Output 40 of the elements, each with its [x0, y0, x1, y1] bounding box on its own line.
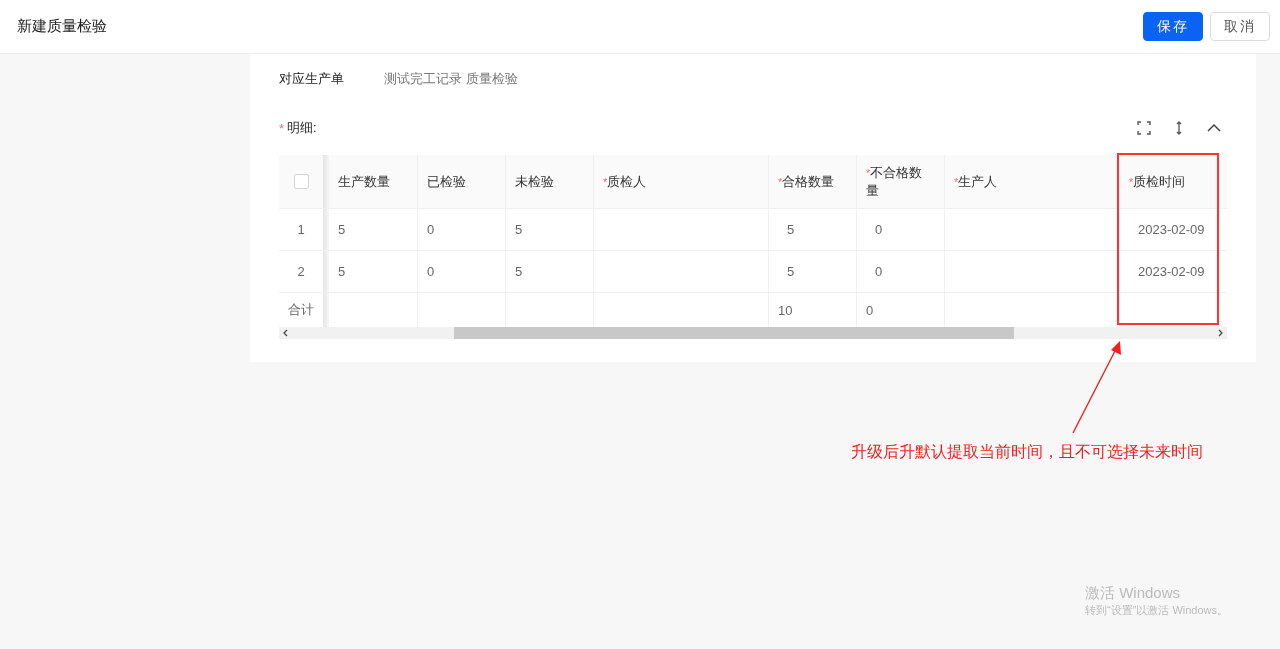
table-cell: 0: [427, 222, 435, 237]
column-header: *质检人: [603, 172, 647, 191]
activation-title: 激活 Windows: [1085, 584, 1182, 603]
table-cell: 5: [787, 222, 795, 237]
select-all-checkbox[interactable]: [293, 174, 309, 189]
column-header: 生产数量: [338, 172, 390, 191]
fullscreen-icon[interactable]: [1137, 121, 1151, 135]
page-title: 新建质量检验: [17, 17, 107, 36]
summary-label: 合计: [288, 301, 314, 319]
table-cell: 5: [338, 264, 346, 279]
scroll-left-icon[interactable]: [282, 329, 288, 337]
table-cell: 5: [787, 264, 795, 279]
row-number: 1: [297, 222, 305, 237]
column-header: *不合格数量: [866, 163, 924, 200]
field-value: 测试完工记录 质量检验: [384, 70, 518, 88]
table-cell: 0: [875, 222, 883, 237]
column-header: 未检验: [515, 172, 554, 191]
table-cell: 5: [515, 264, 523, 279]
column-header: *合格数量: [778, 172, 835, 191]
column-header: *质检时间: [1129, 172, 1186, 191]
field-label: 对应生产单: [279, 70, 345, 88]
summary-cell: 0: [866, 302, 874, 318]
section-label: 明细:: [287, 119, 317, 137]
row-number: 2: [297, 264, 305, 279]
table-cell: 0: [875, 264, 883, 279]
table-cell: 2023-02-09: [1138, 222, 1205, 237]
table-cell: 5: [338, 222, 346, 237]
required-mark: *: [279, 120, 285, 136]
scroll-right-icon[interactable]: [1218, 329, 1224, 337]
column-header: *生产人: [954, 172, 998, 191]
table-cell: 0: [427, 264, 435, 279]
action-button[interactable]: 保存: [1143, 12, 1203, 41]
table-cell: 2023-02-09: [1138, 264, 1205, 279]
action-button[interactable]: 取消: [1210, 12, 1270, 41]
annotation-text: 升级后升默认提取当前时间，且不可选择未来时间: [851, 442, 1203, 462]
table-cell: 5: [515, 222, 523, 237]
summary-cell: 10: [778, 302, 793, 318]
scrollbar-thumb[interactable]: [454, 327, 1014, 339]
horizontal-scrollbar[interactable]: [279, 327, 1227, 339]
column-header: 已检验: [427, 172, 466, 191]
